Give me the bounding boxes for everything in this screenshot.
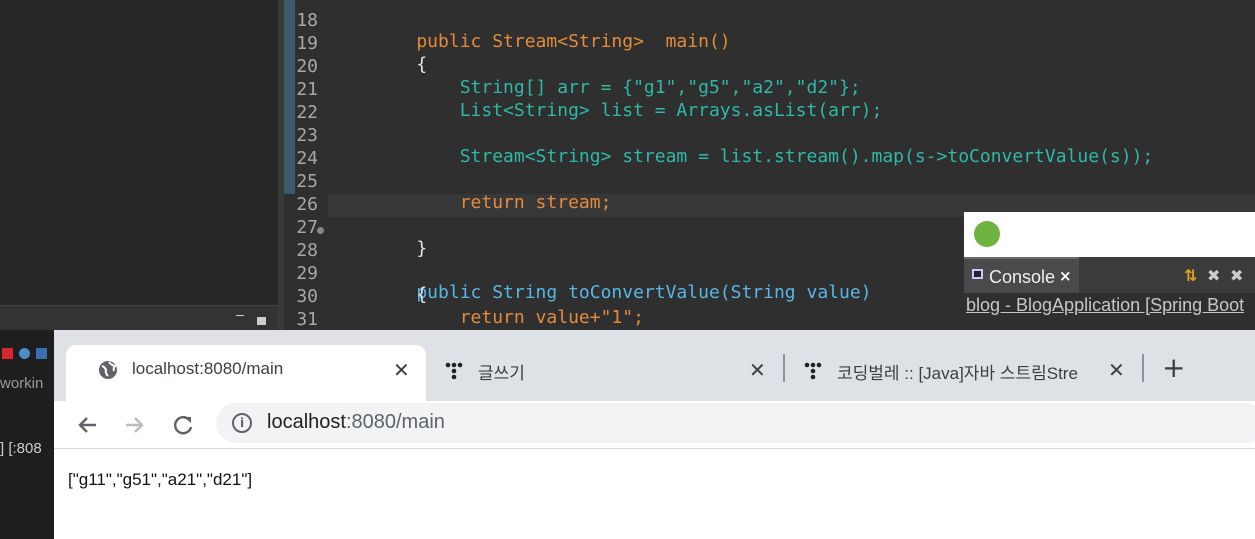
package-explorer-panel bbox=[0, 0, 278, 305]
code-line[interactable]: 26 bbox=[284, 173, 327, 215]
console-tab-row: Console × ⇅ ✖ ✖ bbox=[964, 257, 1255, 293]
view-toolbar-icons bbox=[2, 348, 47, 362]
code-text: String[] arr = {"g1","g5","a2","d2"}; bbox=[373, 77, 861, 98]
servers-view-clipped: workin ] [:808 bbox=[0, 330, 56, 539]
browser-window: localhost:8080/main ✕ 글쓰기 ✕ 코딩벌레 :: [Jav… bbox=[54, 330, 1255, 539]
reload-icon[interactable] bbox=[167, 409, 199, 441]
code-text: public Stream<String> main() bbox=[373, 31, 731, 52]
stop-icon[interactable] bbox=[2, 348, 13, 359]
terminate-icon[interactable]: ✖ bbox=[1207, 266, 1220, 285]
globe-small-icon[interactable] bbox=[19, 348, 30, 359]
server-icon[interactable] bbox=[36, 348, 47, 359]
close-tab-icon[interactable]: ✕ bbox=[393, 358, 410, 382]
spring-header bbox=[964, 212, 1255, 257]
code-text: return stream; bbox=[373, 192, 612, 213]
maximize-icon[interactable] bbox=[257, 317, 266, 325]
code-line[interactable]: 19 { bbox=[284, 12, 427, 75]
browser-toolbar: i localhost:8080/main bbox=[54, 401, 1255, 449]
spring-leaf-icon bbox=[974, 221, 1000, 247]
tab-write[interactable]: 글쓰기 ✕ bbox=[426, 345, 781, 401]
back-arrow-icon[interactable] bbox=[72, 409, 104, 441]
console-output[interactable]: blog - BlogApplication [Spring Boot bbox=[964, 293, 1255, 330]
code-text: } bbox=[373, 238, 428, 259]
new-tab-button[interactable]: + bbox=[1162, 354, 1185, 382]
close-icon[interactable]: × bbox=[1059, 267, 1072, 285]
tab-localhost[interactable]: localhost:8080/main ✕ bbox=[66, 345, 426, 401]
tab-title: localhost:8080/main bbox=[132, 359, 284, 378]
close-tab-icon[interactable]: ✕ bbox=[1108, 358, 1125, 382]
code-line[interactable]: 23 Stream<String> stream = list.stream()… bbox=[284, 104, 1153, 167]
tab-console[interactable]: Console × bbox=[964, 257, 1079, 293]
sync-icon[interactable]: ⇅ bbox=[1184, 266, 1197, 285]
fold-marker-icon[interactable] bbox=[317, 227, 324, 234]
code-line[interactable]: 24 bbox=[284, 127, 327, 169]
minimize-icon[interactable]: – bbox=[236, 308, 244, 323]
tab-title: 코딩벌레 :: [Java]자바 스트림Stre bbox=[837, 364, 1078, 383]
code-text: { bbox=[373, 284, 428, 305]
code-text: return value+"1"; bbox=[373, 307, 644, 328]
tab-separator bbox=[1142, 354, 1144, 382]
console-icon bbox=[972, 269, 983, 279]
launch-description: blog - BlogApplication [Spring Boot bbox=[966, 295, 1245, 315]
globe-icon bbox=[99, 361, 117, 379]
tistory-icon bbox=[445, 362, 463, 380]
code-text: public String toConvertValue(String valu… bbox=[373, 282, 872, 303]
page-content: ["g11","g51","a21","d21"] bbox=[54, 450, 1255, 539]
code-line[interactable]: 22 bbox=[284, 81, 327, 123]
code-line[interactable]: 27 } bbox=[284, 196, 427, 259]
json-response-text: ["g11","g51","a21","d21"] bbox=[68, 470, 253, 489]
code-line[interactable]: 28 public String toConvertValue(String v… bbox=[284, 219, 872, 303]
code-line[interactable]: 31 } bbox=[284, 288, 427, 351]
tistory-icon bbox=[804, 362, 822, 380]
tab-coding-bug[interactable]: 코딩벌레 :: [Java]자바 스트림Stre ✕ bbox=[785, 345, 1140, 401]
code-line[interactable]: 29 { bbox=[284, 242, 427, 305]
server-port-text: ] [:808 bbox=[0, 440, 42, 457]
code-line[interactable]: 25 return stream; bbox=[284, 150, 611, 213]
code-text: Stream<String> stream = list.stream().ma… bbox=[373, 146, 1154, 167]
code-text: List<String> list = Arrays.asList(arr); bbox=[373, 100, 883, 121]
url-text: localhost:8080/main bbox=[267, 411, 445, 433]
working-set-text: workin bbox=[0, 375, 44, 392]
code-text: { bbox=[373, 54, 428, 75]
console-tab-label: Console bbox=[989, 267, 1056, 287]
tab-strip: localhost:8080/main ✕ 글쓰기 ✕ 코딩벌레 :: [Jav… bbox=[54, 330, 1255, 401]
address-bar[interactable]: i localhost:8080/main bbox=[216, 403, 1255, 443]
forward-arrow-icon[interactable] bbox=[118, 409, 150, 441]
console-view: Console × ⇅ ✖ ✖ blog - BlogApplication [… bbox=[964, 212, 1255, 330]
code-line[interactable]: 30 return value+"1"; bbox=[284, 265, 644, 328]
tab-title: 글쓰기 bbox=[478, 364, 525, 383]
lower-view-toolbar: – bbox=[0, 305, 278, 330]
code-line[interactable]: 21 List<String> list = Arrays.asList(arr… bbox=[284, 58, 882, 121]
code-line[interactable]: 18 public Stream<String> main() bbox=[284, 0, 730, 52]
info-icon[interactable]: i bbox=[232, 413, 252, 433]
code-line[interactable]: 20 String[] arr = {"g1","g5","a2","d2"}; bbox=[284, 35, 860, 98]
remove-all-icon[interactable]: ✖ bbox=[1230, 266, 1243, 285]
close-tab-icon[interactable]: ✕ bbox=[749, 358, 766, 382]
